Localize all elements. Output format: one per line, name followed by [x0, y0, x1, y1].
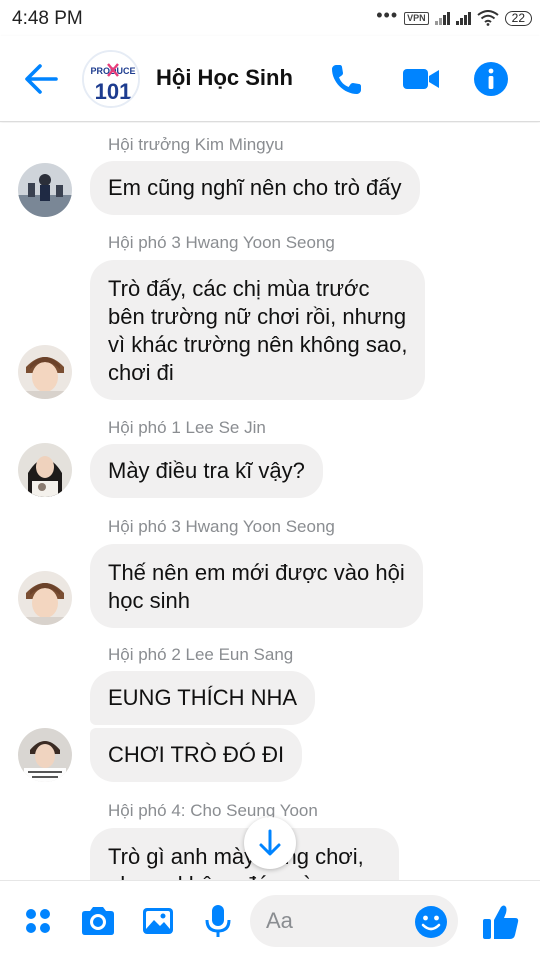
message-text: EUNG THÍCH NHA [108, 685, 298, 710]
sender-name: Hội trưởng Kim Mingyu [108, 135, 284, 154]
thumbs-up-icon[interactable] [480, 901, 522, 943]
vpn-badge: VPN [404, 11, 429, 25]
info-icon[interactable] [470, 58, 512, 100]
microphone-icon[interactable] [198, 901, 238, 941]
message-text: Trò đấy, các chị mùa trước [108, 276, 370, 301]
group-avatar[interactable]: PRODUCE 101 [82, 50, 140, 108]
message-text: vì khác trường nên không sao, [108, 332, 408, 357]
message-text: học sinh [108, 588, 190, 613]
avatar[interactable] [18, 345, 72, 399]
battery-indicator: 22 [504, 10, 532, 26]
image-icon[interactable] [138, 901, 178, 941]
sender-name: Hội phó 3 Hwang Yoon Seong [108, 517, 335, 536]
message-bubble[interactable]: EUNG THÍCH NHA [90, 671, 316, 725]
avatar[interactable] [18, 163, 72, 217]
message-text: chơi đi [108, 360, 174, 385]
back-arrow-icon[interactable] [20, 58, 62, 100]
wifi-icon [477, 10, 499, 26]
camera-icon[interactable] [78, 901, 118, 941]
conversation-title[interactable]: Hội Học Sinh [156, 65, 293, 91]
avatar[interactable] [18, 728, 72, 782]
message-bubble[interactable]: CHƠI TRÒ ĐÓ ĐI [90, 728, 303, 782]
sender-name: Hội phó 2 Lee Eun Sang [108, 645, 294, 664]
message-bubble[interactable]: Trò đấy, các chị mùa trước bên trường nữ… [90, 260, 426, 400]
arrow-down-icon [259, 829, 281, 856]
sender-name: Hội phó 1 Lee Se Jin [108, 418, 266, 437]
four-dots-icon[interactable] [18, 901, 58, 941]
status-time: 4:48 PM [12, 8, 83, 29]
message-bubble[interactable]: Em cũng nghĩ nên cho trò đấy [90, 161, 420, 215]
avatar[interactable] [18, 571, 72, 625]
video-camera-icon[interactable] [400, 58, 442, 100]
avatar[interactable] [18, 443, 72, 497]
scroll-to-bottom-button[interactable] [244, 817, 296, 869]
smiley-icon[interactable] [414, 905, 448, 939]
conversation-header: PRODUCE 101 Hội Học Sinh [0, 36, 540, 122]
message-composer [0, 880, 540, 960]
message-bubble[interactable]: Mày điều tra kĩ vậy? [90, 444, 323, 498]
more-dots-icon: ••• [376, 5, 399, 25]
logo-bottom-text: 101 [95, 79, 132, 104]
signal-icon [434, 11, 450, 25]
message-text: Thế nên em mới được vào hội [108, 560, 405, 585]
phone-icon[interactable] [326, 58, 368, 100]
message-text: Em cũng nghĩ nên cho trò đấy [108, 175, 402, 200]
signal-icon [455, 11, 471, 25]
message-bubble[interactable]: Thế nên em mới được vào hội học sinh [90, 544, 423, 628]
produce-101-logo: PRODUCE 101 [84, 52, 138, 106]
message-text: bên trường nữ chơi rồi, nhưng [108, 304, 407, 329]
message-list[interactable]: Hội trưởng Kim Mingyu Em cũng nghĩ nên c… [0, 123, 540, 880]
status-bar: 4:48 PM ••• VPN 22 [0, 0, 540, 36]
sender-name: Hội phó 3 Hwang Yoon Seong [108, 233, 335, 252]
message-text: CHƠI TRÒ ĐÓ ĐI [108, 742, 285, 767]
status-icons: ••• VPN 22 [376, 5, 532, 28]
message-text: Mày điều tra kĩ vậy? [108, 458, 305, 483]
message-text: nhưng không đứa nào quen [108, 871, 381, 880]
